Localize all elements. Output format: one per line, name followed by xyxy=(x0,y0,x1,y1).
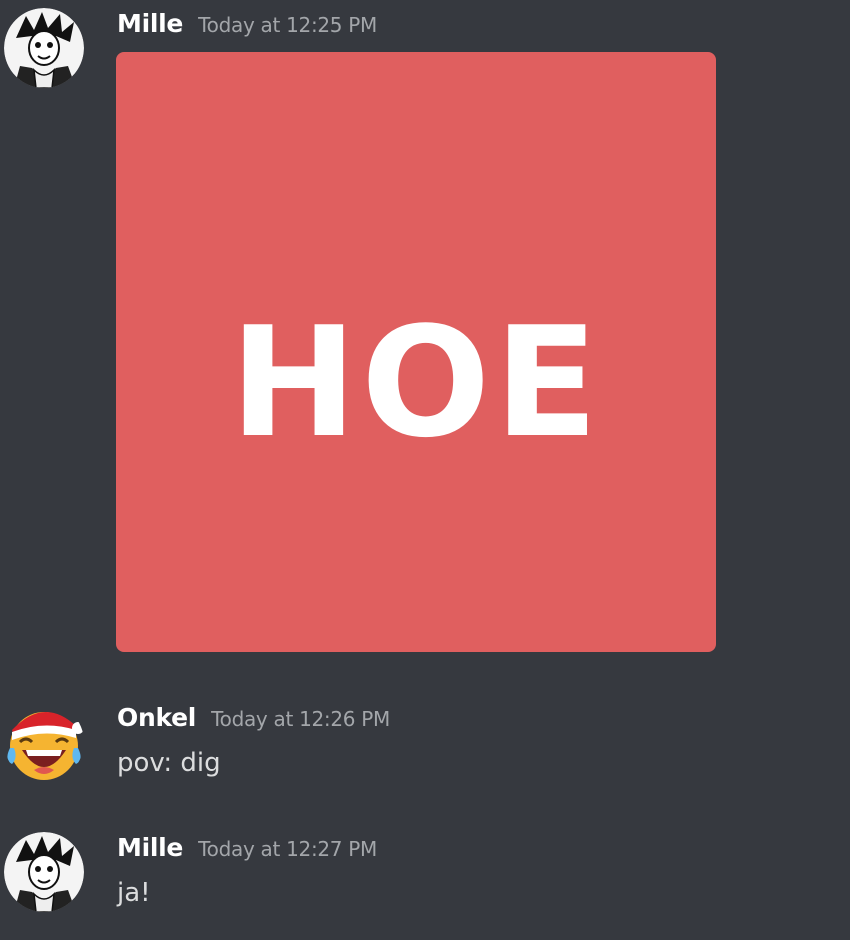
timestamp: Today at 12:25 PM xyxy=(198,13,378,37)
user-avatar-icon[interactable] xyxy=(4,832,84,912)
timestamp: Today at 12:27 PM xyxy=(198,837,378,861)
message-content: pov: dig xyxy=(117,748,221,778)
user-avatar-icon[interactable] xyxy=(4,702,84,782)
username[interactable]: Onkel xyxy=(117,703,196,732)
timestamp: Today at 12:26 PM xyxy=(211,707,390,731)
message-content: ja! xyxy=(117,878,151,908)
user-avatar-icon[interactable] xyxy=(4,8,84,88)
image-attachment[interactable]: HOE xyxy=(116,52,716,652)
message-header: Mille Today at 12:27 PM xyxy=(117,833,377,862)
message-header: Onkel Today at 12:26 PM xyxy=(117,703,390,732)
message-header: Mille Today at 12:25 PM xyxy=(117,9,377,38)
chat-messages: Mille Today at 12:25 PM HOE Onkel Today … xyxy=(0,0,850,940)
username[interactable]: Mille xyxy=(117,9,183,38)
username[interactable]: Mille xyxy=(117,833,183,862)
attachment-image-text: HOE xyxy=(229,294,603,471)
